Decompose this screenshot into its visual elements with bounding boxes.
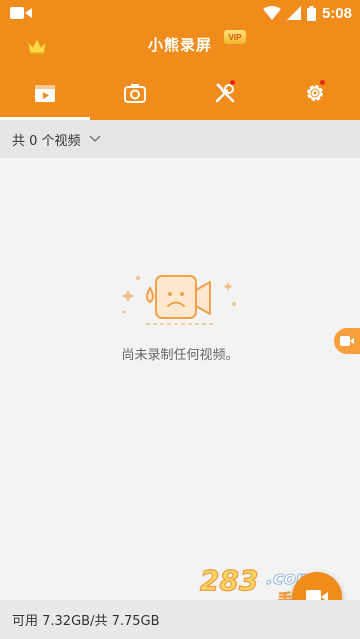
status-time: 5:08	[321, 4, 352, 22]
video-count-label: 共 0 个视频	[12, 133, 81, 149]
empty-state: 尚未录制任何视频。	[0, 270, 360, 363]
video-camera-icon	[340, 336, 354, 346]
camera-icon	[124, 84, 146, 103]
app-title: 小熊录屏	[147, 36, 212, 54]
tab-tools[interactable]	[180, 66, 270, 120]
floating-recorder-handle[interactable]	[334, 328, 360, 354]
sad-camera-icon	[122, 275, 236, 325]
svg-text:283: 283	[200, 564, 258, 597]
status-bar: 5:08	[0, 0, 360, 26]
storage-info: 可用 7.32GB/共 7.75GB	[12, 614, 160, 629]
tab-bar	[0, 66, 360, 120]
tab-screenshot[interactable]	[90, 66, 180, 120]
app-header: 小熊录屏 VIP	[0, 26, 360, 120]
video-camera-icon	[10, 7, 32, 19]
empty-message: 尚未录制任何视频。	[121, 348, 239, 363]
battery-icon	[306, 5, 316, 21]
chevron-down-icon	[89, 135, 101, 143]
video-list-icon	[35, 85, 55, 102]
tab-videos[interactable]	[0, 66, 90, 120]
vip-badge[interactable]: VIP	[224, 30, 246, 44]
storage-bar: 可用 7.32GB/共 7.75GB	[0, 600, 360, 639]
signal-icon	[286, 6, 301, 20]
wifi-icon	[262, 6, 281, 20]
tab-settings[interactable]	[270, 66, 360, 120]
video-filter[interactable]: 共 0 个视频	[0, 120, 360, 158]
